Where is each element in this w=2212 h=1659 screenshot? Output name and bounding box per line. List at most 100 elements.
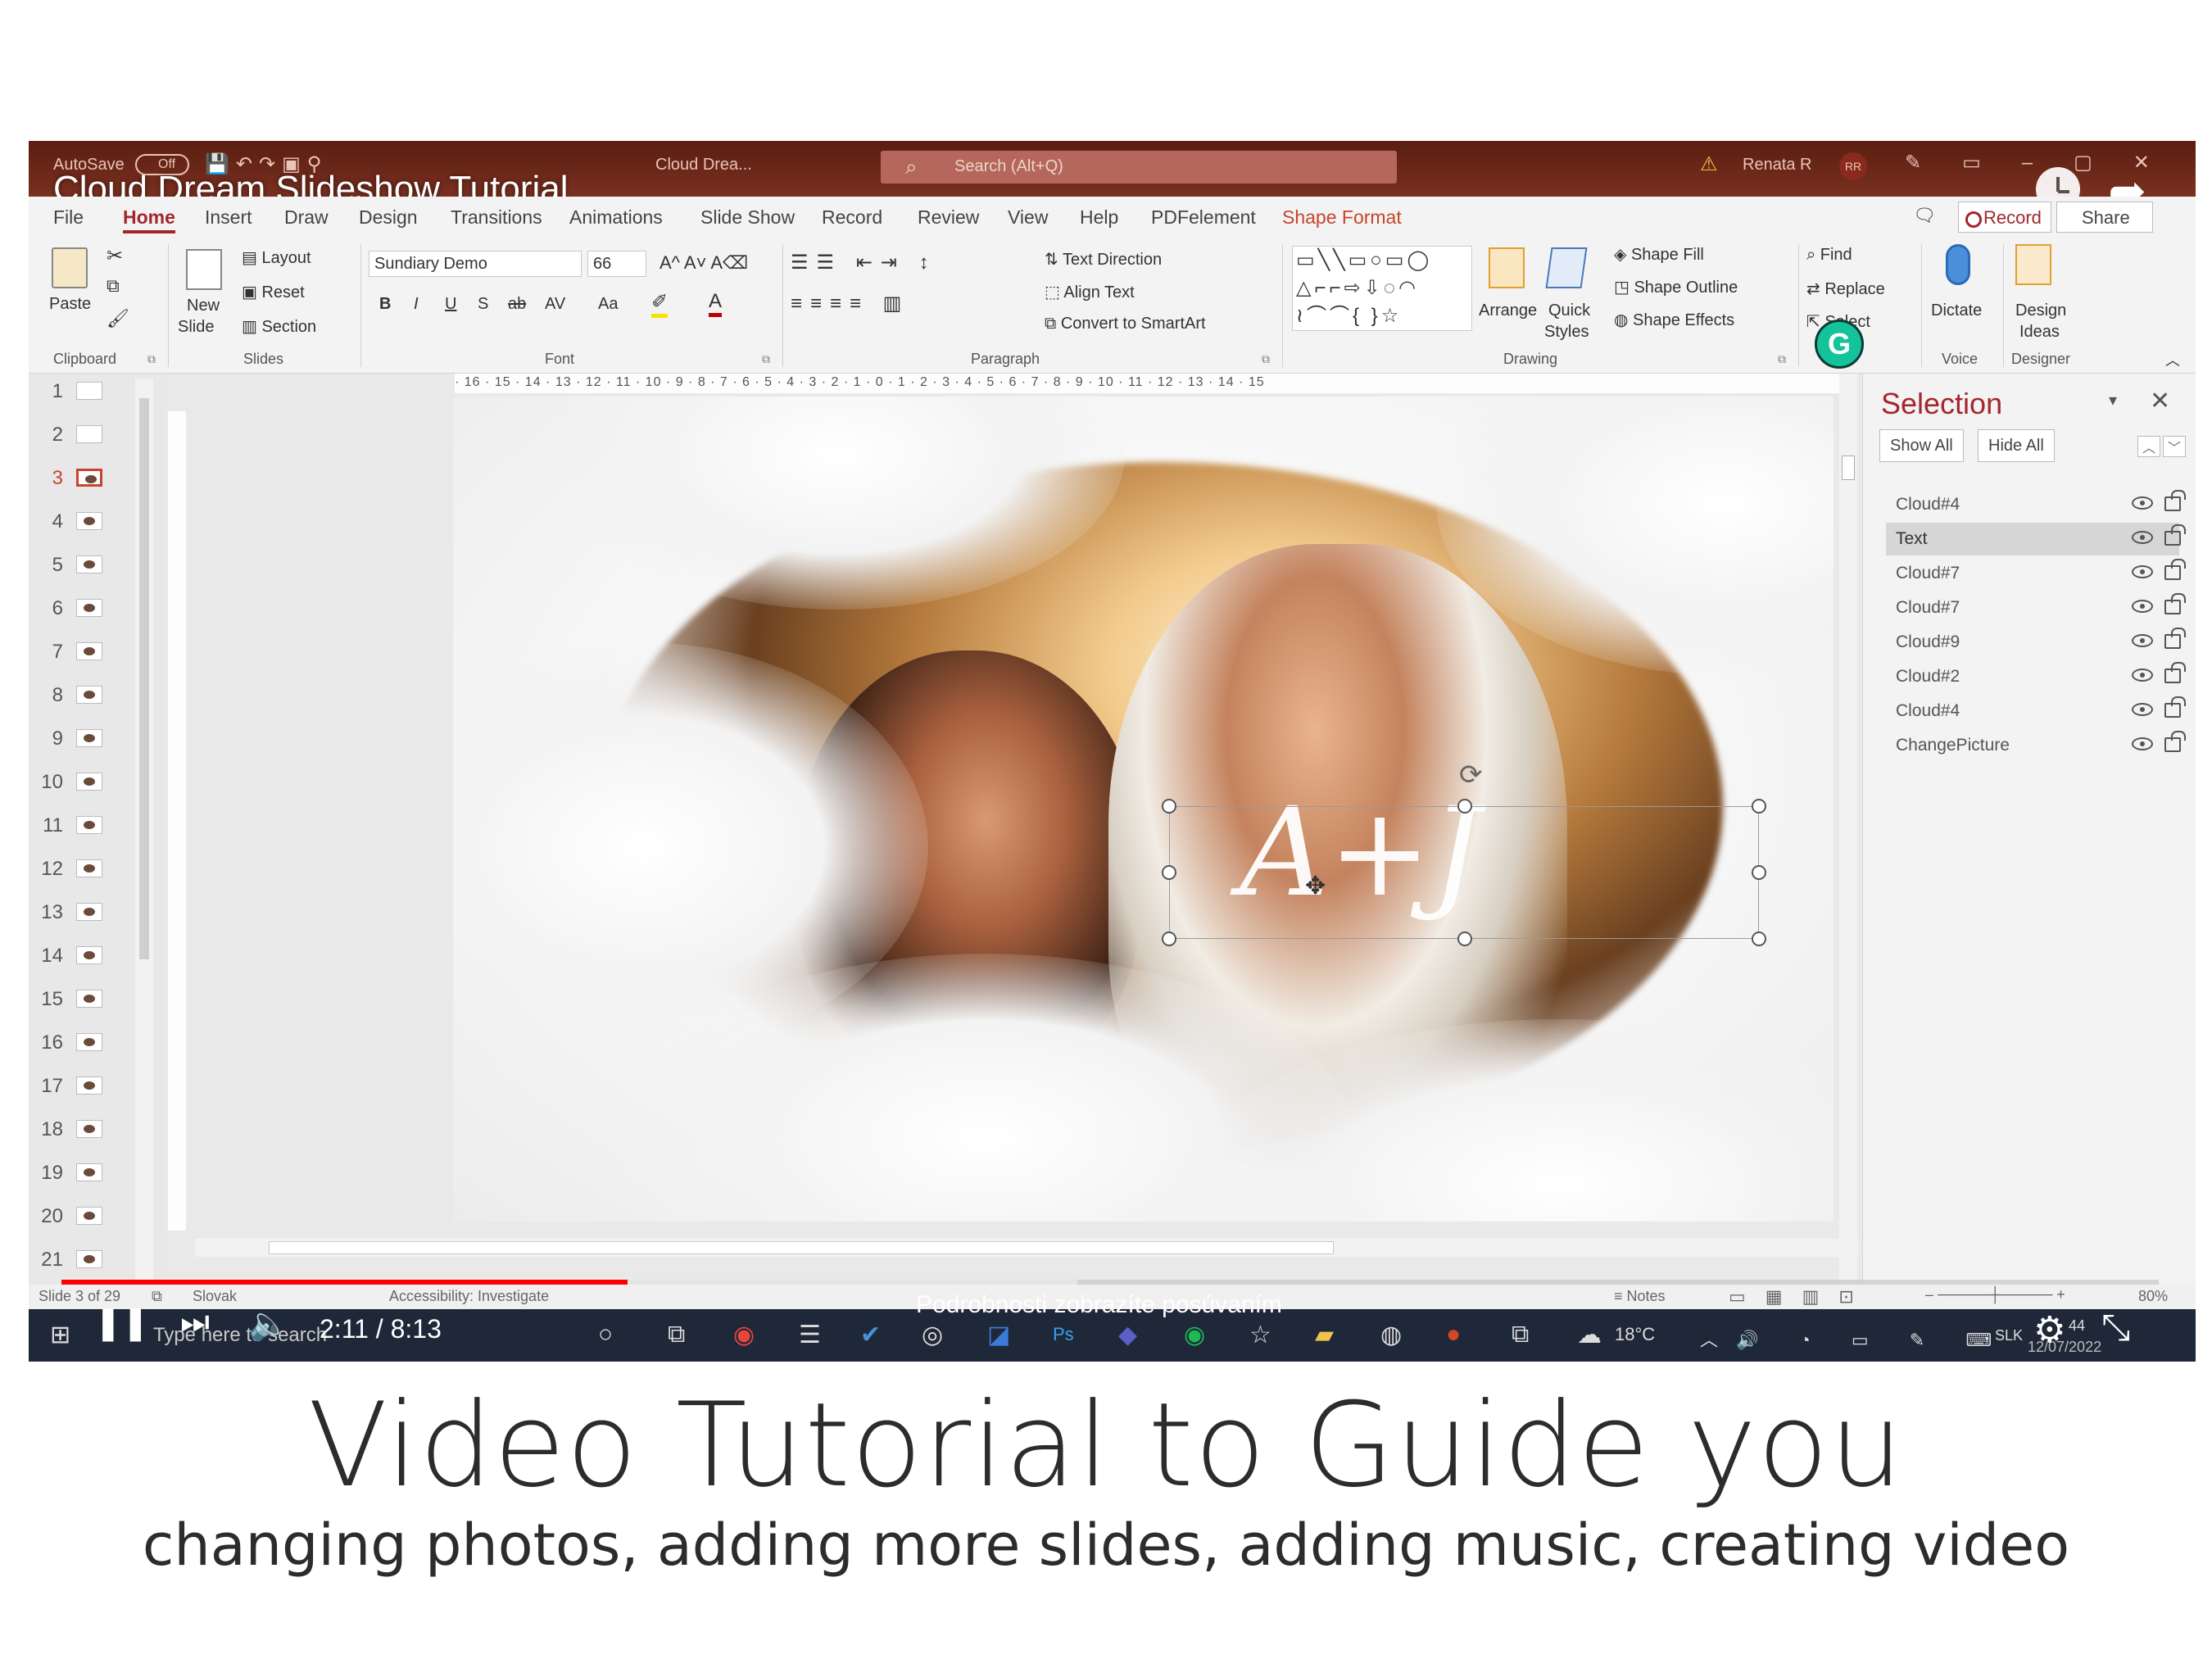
font-launcher-icon[interactable]: ⧉ bbox=[762, 352, 770, 366]
eye-icon[interactable] bbox=[2132, 703, 2153, 716]
font-grow-icon[interactable]: A^ A˅ A⌫ bbox=[660, 252, 748, 274]
powerpoint-icon[interactable]: ● bbox=[1446, 1321, 1461, 1349]
search-box[interactable]: ⌕ Search (Alt+Q) bbox=[881, 151, 1397, 184]
horizontal-scrollbar[interactable] bbox=[195, 1239, 1858, 1257]
user-name[interactable]: Renata R bbox=[1743, 156, 1812, 175]
font-name-combo[interactable]: Sundiary Demo bbox=[369, 251, 582, 277]
unlock-icon[interactable] bbox=[2164, 662, 2186, 683]
new-slide-label-2[interactable]: Slide bbox=[178, 318, 214, 337]
eye-icon[interactable] bbox=[2132, 669, 2153, 682]
taskbar-search[interactable]: Type here to search bbox=[153, 1324, 327, 1347]
eye-icon[interactable] bbox=[2132, 600, 2153, 613]
resize-handle[interactable] bbox=[1162, 799, 1176, 814]
tab-draw[interactable]: Draw bbox=[284, 206, 329, 229]
font-color-icon[interactable]: A bbox=[709, 290, 723, 317]
selection-item-selected[interactable]: Text bbox=[1886, 523, 2186, 555]
send-backward-icon[interactable]: ﹀ bbox=[2163, 436, 2186, 457]
eye-icon[interactable] bbox=[2132, 496, 2153, 510]
slide-canvas[interactable]: A+J ⟳ ✥ bbox=[195, 397, 1858, 1303]
scrollbar-thumb[interactable] bbox=[139, 398, 149, 959]
hide-all-button[interactable]: Hide All bbox=[1978, 429, 2055, 462]
tab-slide-show[interactable]: Slide Show bbox=[700, 206, 795, 229]
resize-handle[interactable] bbox=[1457, 931, 1472, 946]
arrange-label[interactable]: Arrange bbox=[1479, 301, 1537, 320]
tab-record[interactable]: Record bbox=[822, 206, 882, 229]
avatar[interactable]: RR bbox=[1839, 152, 1867, 180]
eye-icon[interactable] bbox=[2132, 737, 2153, 750]
close-icon[interactable]: ✕ bbox=[2150, 387, 2170, 415]
zoom-slider[interactable]: – ─────┼───── + bbox=[1925, 1286, 2065, 1303]
collapse-ribbon-icon[interactable]: ︿ bbox=[2165, 349, 2180, 370]
italic-button[interactable]: I bbox=[414, 295, 419, 314]
tab-design[interactable]: Design bbox=[359, 206, 418, 229]
tab-pdfelement[interactable]: PDFelement bbox=[1151, 206, 1256, 229]
cut-icon[interactable]: ✂ bbox=[107, 244, 123, 268]
input-language[interactable]: SLK bbox=[1995, 1327, 2023, 1344]
paragraph-launcher-icon[interactable]: ⧉ bbox=[1262, 352, 1270, 366]
unlock-icon[interactable] bbox=[2164, 731, 2186, 752]
shadow-button[interactable]: S bbox=[478, 295, 488, 314]
selection-box[interactable] bbox=[1162, 799, 1766, 946]
screen-icon[interactable]: ⧉ bbox=[1512, 1321, 1529, 1349]
tab-home[interactable]: Home bbox=[123, 206, 175, 233]
design-label[interactable]: Design bbox=[2015, 301, 2066, 320]
video-frame[interactable]: AutoSave Off 💾↶↷▣⚲ Cloud Drea... ⌕ Searc… bbox=[29, 141, 2196, 1362]
paste-label[interactable]: Paste bbox=[49, 295, 91, 314]
windows-start-icon[interactable]: ⊞ bbox=[50, 1321, 70, 1349]
volume-icon[interactable]: 🔈 bbox=[248, 1304, 289, 1343]
spotify-icon[interactable]: ◉ bbox=[1184, 1321, 1205, 1349]
task-view-icon[interactable]: ⧉ bbox=[668, 1321, 685, 1349]
cortana-icon[interactable]: ○ bbox=[598, 1321, 613, 1349]
unlock-icon[interactable] bbox=[2164, 628, 2186, 649]
align-icons[interactable]: ≡≡≡≡ ▥ bbox=[791, 292, 909, 315]
unlock-icon[interactable] bbox=[2164, 559, 2186, 580]
resize-handle[interactable] bbox=[1457, 799, 1472, 814]
arrange-icon[interactable] bbox=[1489, 247, 1525, 288]
outlook-icon[interactable]: ◪ bbox=[987, 1321, 1010, 1349]
clipboard-launcher-icon[interactable]: ⧉ bbox=[147, 352, 156, 366]
font-size-combo[interactable]: 66 bbox=[587, 251, 646, 277]
tab-view[interactable]: View bbox=[1008, 206, 1048, 229]
obs-icon[interactable]: ◍ bbox=[1380, 1321, 1402, 1349]
underline-button[interactable]: U bbox=[445, 295, 456, 314]
tab-file[interactable]: File bbox=[53, 206, 84, 229]
tab-insert[interactable]: Insert bbox=[205, 206, 252, 229]
unlock-icon[interactable] bbox=[2164, 524, 2186, 546]
tab-help[interactable]: Help bbox=[1080, 206, 1118, 229]
tab-review[interactable]: Review bbox=[918, 206, 979, 229]
rotate-handle-icon[interactable]: ⟳ bbox=[1459, 759, 1483, 791]
scrollbar-thumb[interactable] bbox=[1842, 456, 1855, 480]
new-slide-icon[interactable] bbox=[186, 249, 222, 290]
eye-icon[interactable] bbox=[2132, 634, 2153, 647]
teams-icon[interactable]: ◆ bbox=[1118, 1321, 1137, 1349]
text-direction-button[interactable]: ⇅ Text Direction bbox=[1045, 249, 1162, 270]
exit-fullscreen-icon[interactable]: ⤡ bbox=[2101, 1308, 2130, 1349]
replace-button[interactable]: ⇄ Replace bbox=[1806, 279, 1885, 299]
copy-icon[interactable]: ⧉ bbox=[107, 275, 120, 297]
zoom-level[interactable]: 80% bbox=[2138, 1288, 2168, 1305]
settings-gear-icon[interactable]: ⚙ bbox=[2033, 1309, 2065, 1351]
pane-menu-icon[interactable]: ▾ bbox=[2109, 390, 2117, 410]
dictate-label[interactable]: Dictate bbox=[1931, 301, 1982, 320]
thumbnail-scrollbar[interactable] bbox=[135, 378, 153, 1321]
slide[interactable]: A+J ⟳ ✥ bbox=[453, 397, 1834, 1222]
tab-transitions[interactable]: Transitions bbox=[451, 206, 542, 229]
video-progress-played[interactable] bbox=[61, 1280, 628, 1285]
slide-scrollbar[interactable] bbox=[1839, 374, 1857, 1308]
microphone-icon[interactable] bbox=[1946, 244, 1970, 285]
unlock-icon[interactable] bbox=[2164, 696, 2186, 718]
shape-fill-button[interactable]: ◈ Shape Fill bbox=[1614, 244, 1704, 265]
shape-outline-button[interactable]: ◳ Shape Outline bbox=[1614, 277, 1738, 297]
paste-icon[interactable] bbox=[52, 247, 88, 288]
clock-time[interactable]: 44 bbox=[2069, 1317, 2085, 1335]
grammarly-icon[interactable]: G bbox=[1815, 320, 1864, 369]
change-case-button[interactable]: Aa bbox=[598, 295, 618, 314]
photoshop-icon[interactable]: Ps bbox=[1053, 1324, 1074, 1345]
star-app-icon[interactable]: ☆ bbox=[1249, 1321, 1271, 1349]
layout-button[interactable]: ▤ Layout bbox=[242, 247, 311, 268]
app-icon[interactable]: ◎ bbox=[922, 1321, 943, 1349]
shapes-gallery[interactable]: ▭╲╲▭○▭◯ △⌐⌐⇨⇩◌◠ ≀⌒⌒{ }☆ bbox=[1292, 246, 1472, 331]
selection-item[interactable]: Cloud#7 bbox=[1886, 592, 2186, 624]
pause-icon[interactable]: ❚❚ bbox=[94, 1304, 149, 1342]
file-explorer-icon[interactable]: ▰ bbox=[1315, 1321, 1334, 1349]
